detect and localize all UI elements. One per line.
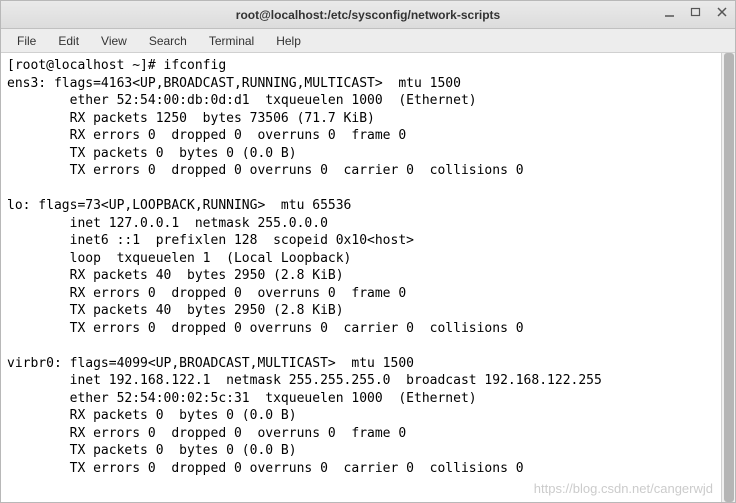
shell-prompt: [root@localhost ~]#	[7, 58, 164, 73]
terminal-area[interactable]: [root@localhost ~]# ifconfig ens3: flags…	[1, 53, 735, 502]
window-controls	[663, 5, 729, 19]
vertical-scrollbar[interactable]	[721, 53, 735, 502]
menu-edit[interactable]: Edit	[48, 31, 89, 51]
menu-file[interactable]: File	[7, 31, 46, 51]
close-icon	[716, 6, 728, 18]
menu-help[interactable]: Help	[266, 31, 311, 51]
minimize-icon	[664, 6, 676, 18]
terminal-content[interactable]: [root@localhost ~]# ifconfig ens3: flags…	[1, 53, 721, 502]
shell-command: ifconfig	[164, 58, 227, 73]
menu-view[interactable]: View	[91, 31, 137, 51]
menu-terminal[interactable]: Terminal	[199, 31, 264, 51]
window-titlebar: root@localhost:/etc/sysconfig/network-sc…	[1, 1, 735, 29]
minimize-button[interactable]	[663, 5, 677, 19]
menubar: File Edit View Search Terminal Help	[1, 29, 735, 53]
maximize-icon	[690, 6, 702, 18]
scroll-thumb[interactable]	[724, 53, 734, 502]
close-button[interactable]	[715, 5, 729, 19]
command-output: ens3: flags=4163<UP,BROADCAST,RUNNING,MU…	[7, 76, 602, 476]
menu-search[interactable]: Search	[139, 31, 197, 51]
window-title: root@localhost:/etc/sysconfig/network-sc…	[236, 8, 500, 22]
maximize-button[interactable]	[689, 5, 703, 19]
